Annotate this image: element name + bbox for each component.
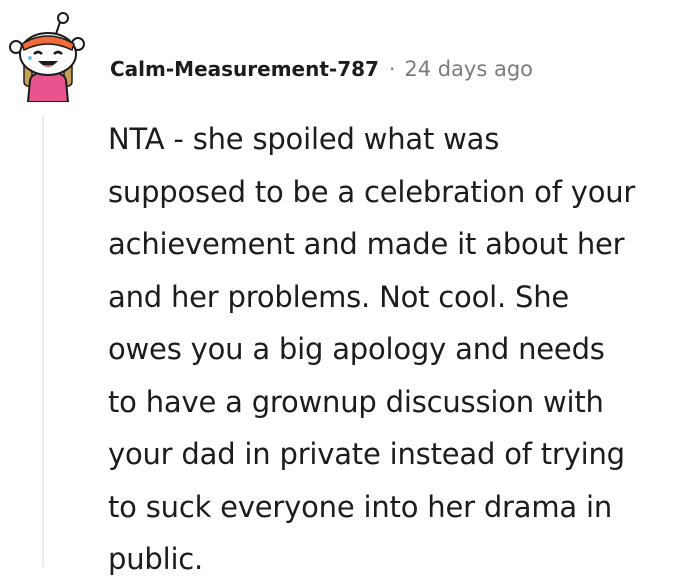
comment: Calm-Measurement-787 · 24 days ago NTA -…	[0, 0, 700, 576]
comment-body-line: to have a grownup discussion with	[108, 384, 604, 419]
comment-body: NTA - she spoiled what was supposed to b…	[108, 113, 698, 586]
comment-timestamp[interactable]: 24 days ago	[404, 57, 533, 81]
comment-body-line: and her problems. Not cool. She	[108, 279, 570, 314]
comment-body-line: achievement and made it about her	[108, 227, 625, 261]
comment-body-line: your dad in private instead of trying	[108, 437, 625, 471]
author-username[interactable]: Calm-Measurement-787	[110, 57, 379, 81]
comment-body-line: owes you a big apology and needs	[108, 332, 605, 366]
comment-body-line: to suck everyone into her drama in	[108, 489, 612, 524]
comment-body-line: supposed to be a celebration of your	[108, 174, 636, 209]
avatar[interactable]	[4, 10, 88, 102]
separator-dot: ·	[388, 57, 396, 81]
snoo-avatar-icon	[9, 12, 85, 102]
comment-header: Calm-Measurement-787 · 24 days ago	[110, 51, 533, 87]
comment-body-line: NTA - she spoiled what was	[108, 122, 500, 156]
comment-body-line: public.	[108, 542, 204, 576]
thread-line[interactable]	[42, 116, 44, 567]
